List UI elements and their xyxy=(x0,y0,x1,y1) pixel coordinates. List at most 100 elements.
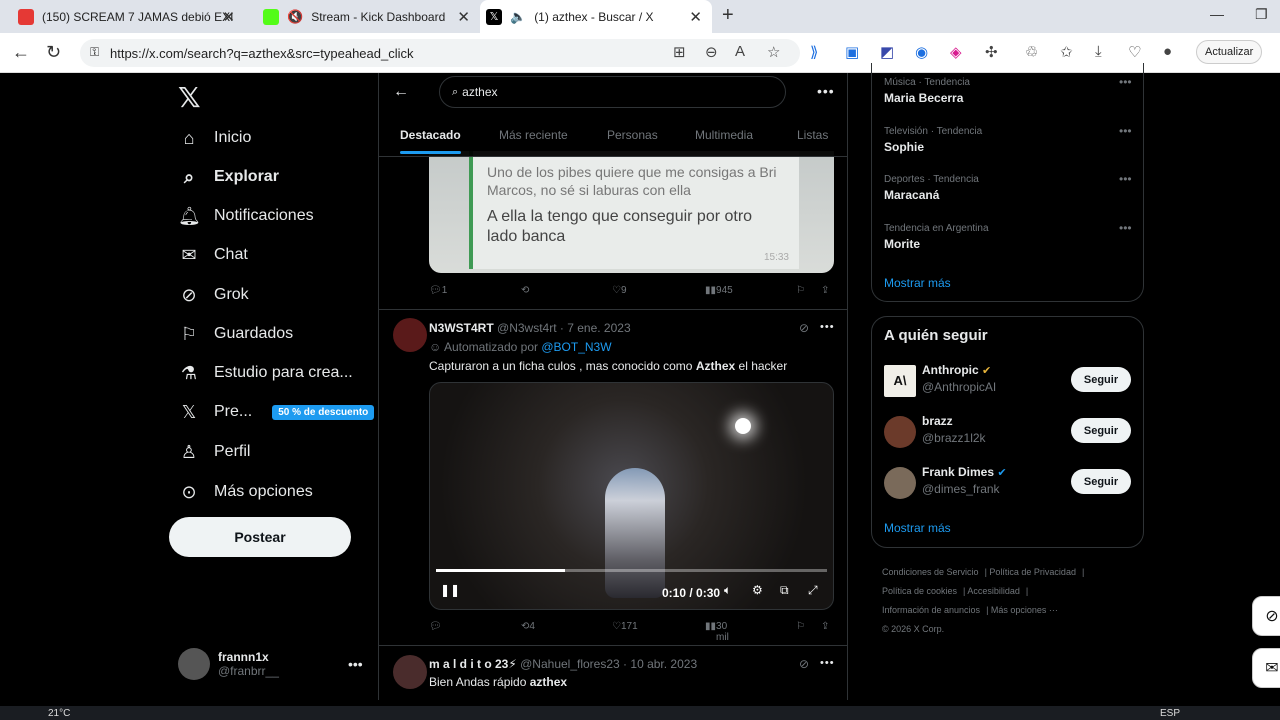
health-icon[interactable]: ♡ xyxy=(1128,43,1141,61)
nav-item-creator-studio[interactable]: ⚗ Estudio para crea... xyxy=(178,358,353,388)
tab-featured[interactable]: Destacado xyxy=(400,128,461,154)
reply-button[interactable]: 💬︎ 1 xyxy=(429,285,447,296)
site-info-icon[interactable]: ⚿ xyxy=(90,45,99,60)
video-progress-bar[interactable] xyxy=(436,569,827,572)
nav-item-more[interactable]: ⊙ Más opciones xyxy=(178,477,312,507)
pip-icon[interactable]: ⧉ xyxy=(780,583,789,598)
browser-tab-youtube[interactable]: (150) SCREAM 7 JAMAS debió EXI ✕ xyxy=(0,0,245,33)
like-button[interactable]: ♡ 171 xyxy=(612,621,638,632)
grok-icon[interactable]: ⊘ xyxy=(799,321,809,335)
muted-speaker-icon[interactable]: 🔇 xyxy=(287,9,303,25)
nav-item-bookmarks[interactable]: ⚐ Guardados xyxy=(178,319,293,349)
reply-button[interactable]: 💬︎ xyxy=(429,621,442,632)
favorite-star-icon[interactable]: ☆ xyxy=(767,43,780,61)
extension-icon[interactable]: ◈ xyxy=(950,43,962,61)
tweet-author[interactable]: N3WST4RT @N3wst4rt · 7 ene. 2023 xyxy=(429,321,631,335)
nav-item-profile[interactable]: ♙ Perfil xyxy=(178,437,251,467)
bookmark-icon[interactable]: ⚐ xyxy=(796,285,805,296)
more-dots-icon[interactable]: ••• xyxy=(1119,124,1132,138)
x-logo-icon[interactable]: 𝕏 xyxy=(178,81,201,114)
more-dots-icon[interactable]: ••• xyxy=(820,657,835,669)
views-count[interactable]: ▮▮ 945 xyxy=(705,285,733,296)
footer-link[interactable]: Más opciones ··· xyxy=(991,605,1058,615)
show-more-link[interactable]: Mostrar más xyxy=(884,276,951,290)
new-tab-icon[interactable]: + xyxy=(722,4,734,27)
follow-suggestion[interactable]: brazz @brazz1l2k Seguir xyxy=(884,412,1134,452)
footer-link[interactable]: Accesibilidad xyxy=(967,586,1020,596)
browser-tab-x[interactable]: 𝕏 🔈 (1) azthex - Buscar / X ✕ xyxy=(480,0,712,33)
extensions-puzzle-icon[interactable]: ✣ xyxy=(985,43,998,61)
extension-icon[interactable]: ◉ xyxy=(915,43,928,61)
follow-suggestion[interactable]: A\ Anthropic ✔ @AnthropicAI Seguir xyxy=(884,361,1134,401)
favorites-icon[interactable]: ✩ xyxy=(1060,43,1073,61)
tab-people[interactable]: Personas xyxy=(607,128,658,142)
nav-item-chat[interactable]: ✉ Chat xyxy=(178,240,247,270)
bookmark-icon[interactable]: ⚐ xyxy=(796,621,805,632)
trend-item[interactable]: Tendencia en Argentina Morite ••• xyxy=(884,221,1132,251)
reload-icon[interactable]: ↻ xyxy=(46,42,61,63)
fullscreen-icon[interactable]: ⤢ xyxy=(808,583,818,598)
close-tab-icon[interactable]: ✕ xyxy=(222,8,235,26)
close-tab-icon[interactable]: ✕ xyxy=(689,8,702,26)
follow-button[interactable]: Seguir xyxy=(1071,418,1131,443)
nav-item-premium[interactable]: 𝕏 Pre... 50 % de descuento xyxy=(178,397,375,427)
speaker-icon[interactable]: 🔈 xyxy=(510,9,526,25)
nav-item-notifications[interactable]: 🔔︎ Notificaciones xyxy=(178,201,314,231)
zoom-icon[interactable]: ⊖ xyxy=(705,43,718,61)
follow-suggestion[interactable]: Frank Dimes ✔ @dimes_frank Seguir xyxy=(884,463,1134,503)
search-input[interactable]: ⌕ azthex xyxy=(439,76,786,108)
footer-link[interactable]: Información de anuncios xyxy=(882,605,980,615)
volume-icon[interactable]: 🔈︎ xyxy=(724,583,731,598)
browser-tab-kick[interactable]: 🔇 Stream - Kick Dashboard ✕ xyxy=(245,0,480,33)
bot-link[interactable]: @BOT_N3W xyxy=(541,340,611,354)
nav-item-home[interactable]: ⌂ Inicio xyxy=(178,123,252,153)
more-dots-icon[interactable]: ••• xyxy=(1119,172,1132,186)
share-icon[interactable]: ⇪ xyxy=(821,621,829,632)
extension-icon[interactable]: ⟫ xyxy=(810,43,818,61)
more-dots-icon[interactable]: ••• xyxy=(1119,221,1132,235)
maximize-icon[interactable]: ❐ xyxy=(1255,6,1268,23)
views-count[interactable]: ▮▮ 30 mil xyxy=(705,621,729,643)
close-tab-icon[interactable]: ✕ xyxy=(457,8,470,26)
extension-icon[interactable]: ▣ xyxy=(845,43,859,61)
read-aloud-icon[interactable]: A xyxy=(735,43,745,60)
grok-float-icon[interactable]: ⊘ xyxy=(1252,596,1280,636)
more-dots-icon[interactable]: ••• xyxy=(820,321,835,333)
avatar[interactable] xyxy=(393,318,427,352)
profile-avatar-icon[interactable]: ● xyxy=(1163,43,1172,60)
follow-button[interactable]: Seguir xyxy=(1071,367,1131,392)
url-field[interactable]: ⚿ https://x.com/search?q=azthex&src=type… xyxy=(80,39,800,67)
show-more-link[interactable]: Mostrar más xyxy=(884,521,951,535)
trend-item[interactable]: Deportes · Tendencia Maracaná ••• xyxy=(884,172,1132,202)
tab-lists[interactable]: Listas xyxy=(797,128,828,142)
footer-link[interactable]: Política de cookies xyxy=(882,586,957,596)
apps-icon[interactable]: ⊞ xyxy=(673,43,686,61)
weather-temp[interactable]: 21°C xyxy=(48,708,70,719)
post-button[interactable]: Postear xyxy=(169,517,351,557)
extension-icon[interactable]: ◩ xyxy=(880,43,894,61)
trend-item[interactable]: Televisión · Tendencia Sophie ••• xyxy=(884,124,1132,154)
tweet-author[interactable]: m a l d i t o 23⚡ @Nahuel_flores23 · 10 … xyxy=(429,657,697,671)
video-player[interactable]: ❚❚ 0:10 / 0:30 🔈︎ ⚙ ⧉ ⤢ xyxy=(429,382,834,610)
back-arrow-icon[interactable]: ← xyxy=(393,83,409,101)
grok-icon[interactable]: ⊘ xyxy=(799,657,809,671)
back-arrow-icon[interactable]: ← xyxy=(12,42,30,63)
nav-item-explore[interactable]: ⌕ Explorar xyxy=(178,162,279,192)
account-switcher[interactable]: frannn1x @franbrr__ ••• xyxy=(178,648,363,680)
nav-item-grok[interactable]: ⊘ Grok xyxy=(178,280,248,310)
footer-link[interactable]: Condiciones de Servicio xyxy=(882,567,979,577)
tab-latest[interactable]: Más reciente xyxy=(499,128,568,142)
download-icon[interactable]: ⤓ xyxy=(1095,43,1102,60)
trend-item[interactable]: Música · Tendencia Maria Becerra ••• xyxy=(884,75,1132,105)
update-button[interactable]: Actualizar xyxy=(1196,40,1263,64)
extension-icon[interactable]: ♲ xyxy=(1025,43,1038,61)
more-dots-icon[interactable]: ••• xyxy=(1119,75,1132,89)
more-dots-icon[interactable]: ••• xyxy=(817,83,835,99)
messages-float-icon[interactable]: ✉ xyxy=(1252,648,1280,688)
retweet-button[interactable]: ⟲ 4 xyxy=(521,621,535,632)
share-icon[interactable]: ⇪ xyxy=(821,285,829,296)
pause-icon[interactable]: ❚❚ xyxy=(440,583,460,597)
settings-gear-icon[interactable]: ⚙ xyxy=(752,583,763,597)
follow-button[interactable]: Seguir xyxy=(1071,469,1131,494)
tab-media[interactable]: Multimedia xyxy=(695,128,753,142)
